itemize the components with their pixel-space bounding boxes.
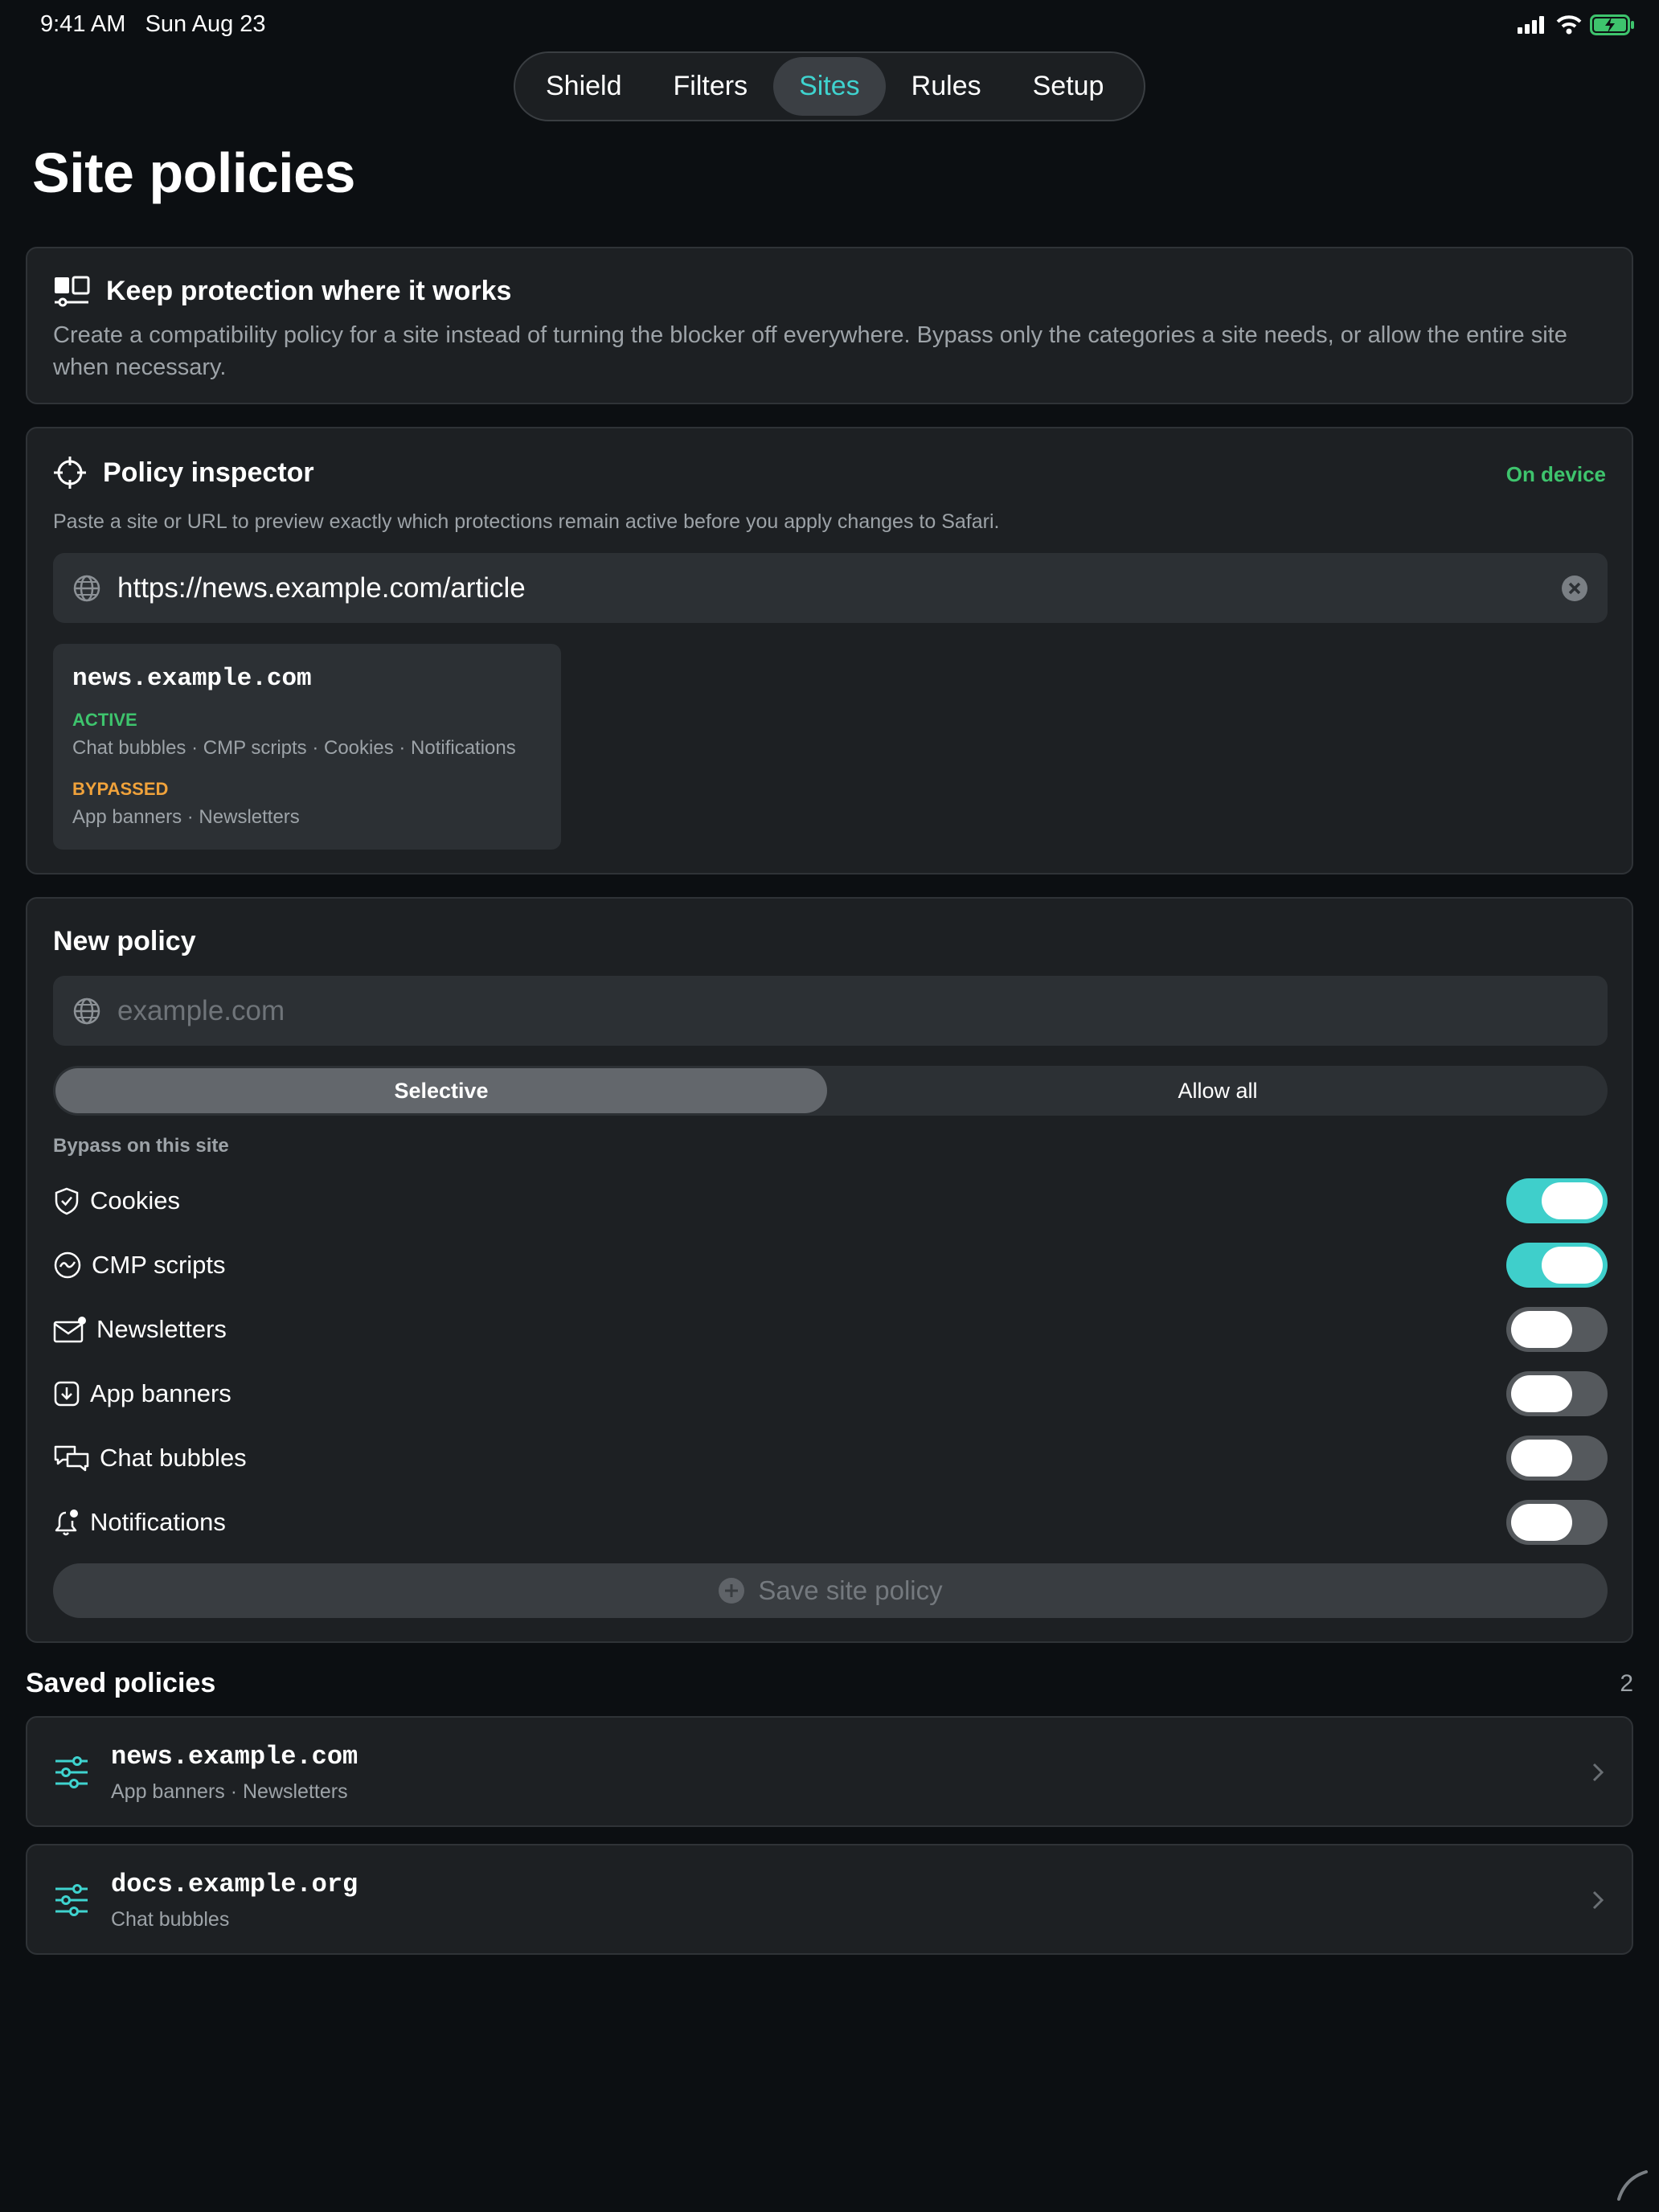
bypass-label-notifications: Notifications bbox=[90, 1508, 226, 1536]
toggle-chat-bubbles[interactable] bbox=[1506, 1436, 1608, 1481]
inspector-title: Policy inspector bbox=[103, 457, 314, 488]
saved-policy-bypassed: Chat bubbles bbox=[111, 1908, 230, 1931]
bypassed-label: BYPASSED bbox=[72, 779, 169, 799]
sliders-icon bbox=[55, 1884, 88, 1916]
tab-setup[interactable]: Setup bbox=[1007, 57, 1130, 116]
inspector-url-field[interactable]: https://news.example.com/article bbox=[53, 553, 1608, 623]
chevron-right-icon bbox=[1591, 1890, 1604, 1911]
policy-inspector-card: Policy inspector On device Paste a site … bbox=[26, 427, 1633, 875]
wifi-icon bbox=[1556, 15, 1582, 35]
tab-filters[interactable]: Filters bbox=[648, 57, 774, 116]
new-policy-domain-field[interactable]: example.com bbox=[53, 976, 1608, 1046]
status-icons bbox=[1518, 14, 1635, 35]
segment-allow-all[interactable]: Allow all bbox=[830, 1068, 1605, 1113]
status-bar-time: 9:41 AM Sun Aug 23 bbox=[40, 11, 266, 38]
top-tab-bar: Shield Filters Sites Rules Setup bbox=[514, 51, 1145, 121]
info-card-body: Create a compatibility policy for a site… bbox=[53, 322, 1567, 380]
save-site-policy-button[interactable]: Save site policy bbox=[53, 1563, 1608, 1618]
cellular-signal-icon bbox=[1518, 16, 1548, 34]
sliders-icon bbox=[55, 1756, 88, 1788]
bypassed-items: App banners · Newsletters bbox=[72, 806, 300, 828]
domain-placeholder: example.com bbox=[117, 994, 285, 1026]
battery-charging-icon bbox=[1590, 14, 1635, 35]
toggle-cmp-scripts[interactable] bbox=[1506, 1243, 1608, 1288]
page-title: Site policies bbox=[32, 141, 355, 204]
bypass-row-cookies: Cookies bbox=[53, 1177, 1608, 1225]
saved-policies-title: Saved policies bbox=[26, 1668, 216, 1698]
crosshair-icon bbox=[53, 456, 87, 490]
shield-check-icon bbox=[53, 1186, 80, 1215]
bypass-label-newsletters: Newsletters bbox=[96, 1315, 227, 1343]
bypass-label-app-banners: App banners bbox=[90, 1379, 231, 1407]
chevron-right-icon bbox=[1591, 1762, 1604, 1783]
saved-policies-count: 2 bbox=[1620, 1670, 1633, 1697]
status-time: 9:41 AM bbox=[40, 11, 126, 37]
policy-mode-segmented-control: Selective Allow all bbox=[53, 1066, 1608, 1116]
bypass-label-cmp-scripts: CMP scripts bbox=[92, 1251, 226, 1279]
bypass-row-newsletters: Newsletters bbox=[53, 1305, 1608, 1354]
bypass-heading: Bypass on this site bbox=[53, 1135, 229, 1157]
toggle-app-banners[interactable] bbox=[1506, 1371, 1608, 1416]
tab-rules[interactable]: Rules bbox=[886, 57, 1007, 116]
bypass-row-app-banners: App banners bbox=[53, 1370, 1608, 1418]
tab-sites[interactable]: Sites bbox=[773, 57, 886, 116]
on-device-badge: On device bbox=[1505, 462, 1606, 486]
info-card: Keep protection where it works Create a … bbox=[26, 247, 1633, 404]
result-domain: news.example.com bbox=[72, 665, 312, 693]
clear-input-icon[interactable] bbox=[1561, 575, 1588, 602]
bypass-row-notifications: Notifications bbox=[53, 1498, 1608, 1546]
toggle-newsletters[interactable] bbox=[1506, 1307, 1608, 1352]
corner-grabber-icon[interactable] bbox=[1614, 2167, 1649, 2202]
globe-icon bbox=[72, 997, 101, 1026]
globe-icon bbox=[72, 574, 101, 603]
saved-policy-row[interactable]: news.example.com App banners · Newslette… bbox=[26, 1716, 1633, 1827]
inspector-result-card: news.example.com ACTIVE Chat bubbles · C… bbox=[53, 644, 561, 850]
compatibility-icon bbox=[53, 276, 90, 308]
bypass-row-cmp-scripts: CMP scripts bbox=[53, 1241, 1608, 1289]
active-items: Chat bubbles · CMP scripts · Cookies · N… bbox=[72, 737, 516, 759]
toggle-notifications[interactable] bbox=[1506, 1500, 1608, 1545]
new-policy-card: New policy example.com Selective Allow a… bbox=[26, 897, 1633, 1643]
cmp-wave-icon bbox=[53, 1251, 82, 1280]
segment-selective[interactable]: Selective bbox=[55, 1068, 827, 1113]
plus-circle-icon bbox=[718, 1577, 745, 1604]
toggle-cookies[interactable] bbox=[1506, 1178, 1608, 1223]
bypass-label-chat-bubbles: Chat bubbles bbox=[100, 1444, 247, 1472]
inspector-description: Paste a site or URL to preview exactly w… bbox=[53, 510, 1000, 533]
chat-bubbles-icon bbox=[53, 1444, 90, 1473]
download-square-icon bbox=[53, 1380, 80, 1407]
save-site-policy-label: Save site policy bbox=[758, 1575, 943, 1605]
saved-policy-domain: docs.example.org bbox=[111, 1870, 358, 1899]
saved-policy-bypassed: App banners · Newsletters bbox=[111, 1780, 348, 1803]
saved-policy-row[interactable]: docs.example.org Chat bubbles bbox=[26, 1844, 1633, 1955]
bypass-label-cookies: Cookies bbox=[90, 1186, 180, 1215]
status-date: Sun Aug 23 bbox=[145, 11, 266, 37]
saved-policy-domain: news.example.com bbox=[111, 1742, 358, 1772]
envelope-badge-icon bbox=[53, 1316, 87, 1343]
bell-badge-icon bbox=[53, 1508, 80, 1537]
active-label: ACTIVE bbox=[72, 710, 137, 730]
tab-shield[interactable]: Shield bbox=[520, 57, 648, 116]
bypass-row-chat-bubbles: Chat bubbles bbox=[53, 1434, 1608, 1482]
info-card-title: Keep protection where it works bbox=[106, 276, 512, 306]
inspector-url-value: https://news.example.com/article bbox=[117, 571, 526, 604]
new-policy-title: New policy bbox=[53, 926, 196, 956]
